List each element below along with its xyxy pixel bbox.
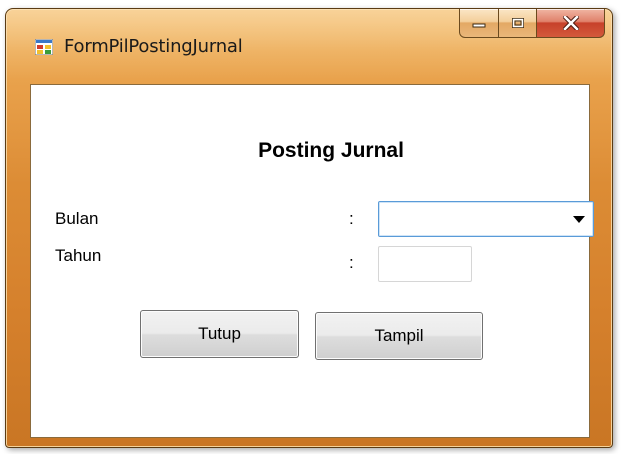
close-button[interactable] [537,9,605,38]
tutup-button[interactable]: Tutup [140,310,299,358]
form-icon [35,39,53,55]
chevron-down-icon[interactable] [573,216,585,223]
tahun-label: Tahun [55,246,102,265]
tahun-input[interactable] [378,246,472,282]
bulan-colon: : [349,209,354,228]
bulan-label: Bulan [55,209,99,228]
form-client-area: Posting Jurnal Bulan : Tahun : Tutup Tam… [30,84,594,438]
maximize-button[interactable] [499,9,537,38]
title-bar[interactable]: FormPilPostingJurnal [6,9,612,83]
maximize-icon [511,18,524,28]
tahun-colon: : [349,253,354,272]
minimize-button[interactable] [459,9,499,38]
close-icon [562,16,579,30]
bulan-dropdown[interactable] [378,201,594,237]
form-window: FormPilPostingJurnal Posting Jurnal Bula… [5,8,613,448]
page-title: Posting Jurnal [258,139,404,162]
caption-buttons [459,9,605,39]
window-title: FormPilPostingJurnal [64,36,243,57]
tampil-button[interactable]: Tampil [315,312,483,360]
minimize-icon [472,23,486,28]
